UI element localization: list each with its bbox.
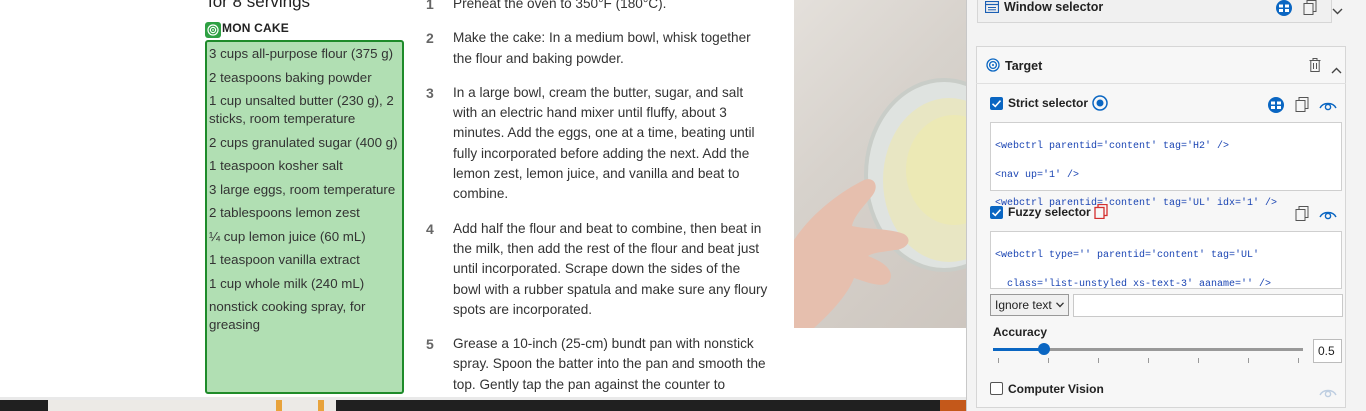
instruction-step: 5 Grease a 10-inch (25-cm) bundt pan wit…	[420, 334, 770, 397]
chevron-down-icon[interactable]	[1332, 2, 1343, 20]
trash-icon[interactable]	[1309, 58, 1321, 77]
step-number: 5	[426, 336, 434, 353]
recipe-video-image[interactable]	[794, 0, 966, 328]
slider-tick	[1298, 358, 1299, 363]
slider-tick	[1148, 358, 1149, 363]
ingredient-item: ¼ cup lemon juice (60 mL)	[209, 228, 366, 244]
chevron-up-icon[interactable]	[1331, 61, 1342, 79]
strict-code-line: <nav up='1' />	[995, 169, 1080, 181]
selector-target-icon[interactable]	[1267, 96, 1285, 119]
accuracy-slider-fill	[993, 348, 1044, 351]
strict-selector-code[interactable]: <webctrl parentid='content' tag='H2' /> …	[990, 122, 1342, 209]
strict-selector-checkbox[interactable]	[990, 97, 1003, 110]
ingredients-highlight-box[interactable]: 3 cups all-purpose flour (375 g) 2 teasp…	[205, 40, 404, 394]
ingredient-item: 3 large eggs, room temperature	[209, 181, 396, 197]
step-number: 3	[426, 84, 434, 101]
accuracy-slider[interactable]	[993, 343, 1303, 355]
window-icon	[984, 0, 1000, 14]
red-copy-icon[interactable]	[1094, 203, 1108, 224]
eye-icon[interactable]	[1319, 385, 1337, 403]
recipe-webpage: for 8 servings MON CAKE 3 cups all-purpo…	[0, 0, 966, 397]
ignore-text-label: Ignore text	[995, 298, 1052, 312]
instruction-step: 4 Add half the flour and beat to combine…	[420, 219, 770, 320]
copy-icon[interactable]	[1295, 206, 1309, 226]
slider-tick	[1098, 358, 1099, 363]
servings-text: for 8 servings	[208, 0, 311, 11]
ignore-text-input[interactable]	[1073, 294, 1343, 317]
ingredient-item: 1 teaspoon vanilla extract	[209, 252, 360, 267]
instruction-step: 2 Make the cake: In a medium bowl, whisk…	[420, 28, 770, 69]
step-number: 2	[426, 30, 434, 47]
fuzzy-selector-label: Fuzzy selector	[1008, 205, 1091, 219]
instructions-list: 1 Preheat the oven to 350°F (180°C). 2 M…	[420, 0, 770, 397]
ingredient-item: 3 cups all-purpose flour (375 g)	[209, 46, 394, 61]
target-icon	[986, 58, 1000, 77]
ingredient-item: 1 cup unsalted butter (230 g), 2 sticks,…	[209, 93, 394, 126]
ingredient-item: 2 cups granulated sugar (400 g)	[209, 134, 398, 150]
step-text: Make the cake: In a medium bowl, whisk t…	[453, 30, 751, 66]
window-selector-label: Window selector	[1004, 0, 1104, 14]
eye-icon[interactable]	[1319, 98, 1337, 116]
slider-tick	[1248, 358, 1249, 363]
ingredient-item: 1 teaspoon kosher salt	[209, 158, 343, 173]
step-text: Add half the flour and beat to combine, …	[453, 220, 768, 317]
fuzzy-code-line: <webctrl type='' parentid='content' tag=…	[995, 250, 1260, 262]
target-label: Target	[1005, 59, 1043, 73]
taskbar	[0, 400, 966, 411]
step-text: Grease a 10-inch (25-cm) bundt pan with …	[453, 336, 766, 392]
accuracy-value-input[interactable]: 0.5	[1313, 339, 1342, 363]
chevron-down-icon	[1056, 302, 1064, 308]
ingredients-list: 3 cups all-purpose flour (375 g) 2 teasp…	[209, 45, 399, 340]
selector-target-icon[interactable]	[1275, 0, 1293, 22]
ingredient-item: 2 tablespoons lemon zest	[209, 205, 360, 220]
accuracy-slider-thumb[interactable]	[1038, 343, 1050, 355]
eye-icon[interactable]	[1319, 207, 1337, 225]
fuzzy-selector-checkbox[interactable]	[990, 206, 1003, 219]
strict-selector-label: Strict selector	[1008, 96, 1089, 110]
taskbar-thumbnail	[940, 400, 966, 411]
step-text: In a large bowl, cream the butter, sugar…	[453, 84, 755, 202]
computer-vision-label: Computer Vision	[1008, 382, 1104, 396]
accuracy-label: Accuracy	[993, 325, 1048, 339]
taskbar-thumbnail-accent	[318, 400, 324, 411]
step-number: 4	[426, 220, 434, 237]
slider-tick	[1048, 358, 1049, 363]
ingredient-item: 2 teaspoons baking powder	[209, 69, 372, 85]
fuzzy-code-line: class='list-unstyled xs-text-3' aaname='…	[995, 278, 1272, 290]
strict-code-line: <webctrl parentid='content' tag='H2' />	[995, 141, 1230, 153]
computer-vision-checkbox[interactable]	[990, 382, 1003, 395]
step-number: 1	[426, 0, 434, 12]
taskbar-thumbnail-accent	[276, 400, 282, 411]
slider-tick	[998, 358, 999, 363]
fuzzy-selector-code[interactable]: <webctrl type='' parentid='content' tag=…	[990, 231, 1342, 290]
taskbar-thumbnail	[48, 400, 336, 411]
slider-tick	[1198, 358, 1199, 363]
instruction-step: 1 Preheat the oven to 350°F (180°C).	[420, 0, 770, 14]
ingredient-item: 1 cup whole milk (240 mL)	[209, 275, 365, 291]
copy-icon[interactable]	[1295, 97, 1309, 117]
step-text: Preheat the oven to 350°F (180°C).	[453, 0, 667, 11]
target-icon[interactable]	[1092, 95, 1108, 116]
instruction-step: 3 In a large bowl, cream the butter, sug…	[420, 83, 770, 205]
ingredient-item: nonstick cooking spray, for greasing	[209, 299, 366, 332]
target-badge-icon	[205, 22, 221, 38]
ignore-text-dropdown[interactable]: Ignore text	[990, 294, 1069, 316]
copy-icon[interactable]	[1303, 0, 1317, 20]
